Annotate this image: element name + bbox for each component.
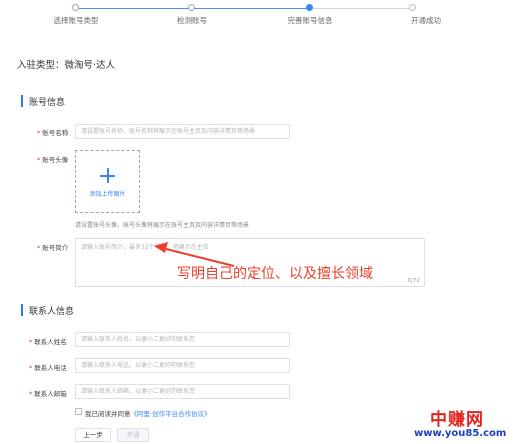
contact-phone-label: * 联系人电话 (29, 362, 67, 372)
account-name-input[interactable]: 请设置账号名称，账号名称将展示在账号主页及内容详情页等场景 (75, 124, 290, 139)
account-intro-label: * 账号简介 (37, 242, 68, 252)
account-name-label: * 账号名称 (37, 127, 68, 137)
upload-text: 添加上传图片 (89, 191, 126, 198)
contact-name-label-text: 联系人姓名 (34, 338, 67, 346)
annotation-text: 写明自己的定位、以及擅长领域 (177, 266, 373, 282)
contact-name-input[interactable]: 请输入联系人姓名，以便小二更好的联系您 (75, 332, 290, 347)
account-name-label-text: 账号名称 (42, 129, 69, 137)
avatar-upload-button[interactable]: 添加上传图片 (75, 150, 140, 213)
required-mark: * (37, 129, 41, 137)
account-avatar-label: * 账号头像 (37, 154, 68, 164)
account-section-title: 账号信息 (29, 98, 66, 108)
step-4-label: 开通成功 (411, 16, 441, 25)
contact-section-title: 联系人信息 (29, 307, 75, 317)
avatar-hint: 请设置账号头像，账号头像将展示在账号主页及内容详情页等场景 (75, 222, 250, 229)
agreement-link[interactable]: 《阿里·创作平台合作协议》 (131, 410, 211, 418)
account-avatar-label-text: 账号头像 (42, 156, 69, 164)
contact-email-input[interactable]: 请输入联系人邮箱，以便小二更好的联系您 (75, 384, 290, 399)
section-marker (21, 95, 23, 107)
required-mark: * (29, 338, 33, 346)
contact-name-label: * 联系人姓名 (29, 336, 67, 346)
required-mark: * (29, 390, 33, 398)
account-intro-label-text: 账号简介 (42, 244, 69, 252)
step-4-dot (409, 4, 416, 11)
plus-icon-vertical (107, 168, 109, 183)
step-2-dot (188, 4, 195, 11)
required-mark: * (37, 244, 41, 252)
contact-phone-label-text: 联系人电话 (34, 364, 67, 372)
watermark-url: www.you85.com (414, 428, 507, 439)
step-1-label: 选择账号类型 (53, 16, 99, 25)
agreement-checkbox[interactable] (75, 408, 82, 415)
agreement-prefix: 我已阅读并同意 (85, 410, 131, 418)
step-3-dot (306, 4, 313, 11)
step-line-todo (311, 8, 412, 9)
section-marker (21, 304, 23, 316)
prev-button[interactable]: 上一步 (75, 428, 111, 442)
step-line-done (79, 8, 311, 9)
step-3-label: 完善账号信息 (287, 16, 333, 25)
contact-email-label: * 联系人邮箱 (29, 388, 67, 398)
step-2-label: 检测账号 (177, 16, 207, 25)
step-1-dot (72, 4, 79, 11)
intro-char-count: 0/72 (407, 278, 420, 284)
required-mark: * (37, 156, 41, 164)
watermark-logo: 中赚网 (430, 410, 484, 430)
required-mark: * (29, 364, 33, 372)
entry-type: 入驻类型：微淘号·达人 (17, 60, 116, 71)
contact-email-label-text: 联系人邮箱 (34, 390, 67, 398)
contact-phone-input[interactable]: 请输入联系人电话，以便小二更好的联系您 (75, 358, 290, 373)
next-button[interactable]: 开通 (117, 428, 149, 442)
agreement-text: 我已阅读并同意《阿里·创作平台合作协议》 (85, 408, 211, 418)
